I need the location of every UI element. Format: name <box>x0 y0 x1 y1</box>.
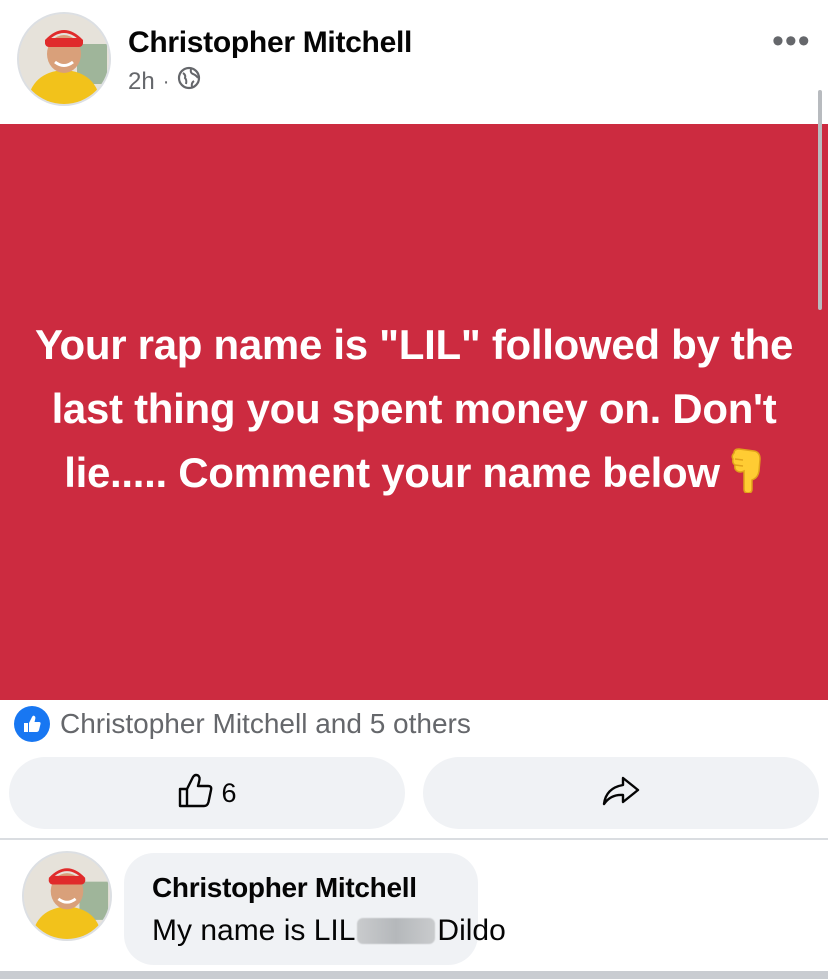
post-meta: 2h · <box>128 66 201 97</box>
post-content-background: Your rap name is "LIL" followed by the l… <box>0 124 828 700</box>
post-text-container: Your rap name is "LIL" followed by the l… <box>34 313 794 511</box>
comment-text-suffix: Dildo <box>437 914 506 947</box>
comment-text-prefix: My name is LIL <box>152 914 356 947</box>
divider <box>0 838 828 840</box>
redaction-blur <box>357 918 436 944</box>
more-options-button[interactable]: ••• <box>772 24 811 58</box>
share-button[interactable] <box>423 757 819 829</box>
comment-text: My name is LIL Dildo <box>152 914 506 948</box>
commenter-avatar[interactable] <box>22 851 112 941</box>
reaction-summary[interactable]: Christopher Mitchell and 5 others <box>14 706 471 742</box>
bottom-divider <box>0 971 828 979</box>
author-avatar[interactable] <box>17 12 111 106</box>
backhand-index-pointing-down-icon <box>730 447 764 511</box>
like-count: 6 <box>221 777 237 808</box>
scrollbar[interactable] <box>818 90 822 310</box>
share-arrow-icon <box>601 774 641 813</box>
meta-separator: · <box>162 70 170 93</box>
like-button[interactable]: 6 <box>9 757 405 829</box>
post-header <box>0 0 828 124</box>
post-timestamp[interactable]: 2h <box>128 68 155 96</box>
comment-author-name[interactable]: Christopher Mitchell <box>152 872 417 904</box>
globe-icon <box>177 66 201 97</box>
post-author-name[interactable]: Christopher Mitchell <box>128 26 412 60</box>
thumbs-up-outline-icon <box>177 772 215 815</box>
comment-bubble[interactable] <box>124 853 478 965</box>
reaction-text: Christopher Mitchell and 5 others <box>60 708 471 739</box>
post-text: Your rap name is "LIL" followed by the l… <box>34 321 794 496</box>
like-icon <box>14 706 50 742</box>
